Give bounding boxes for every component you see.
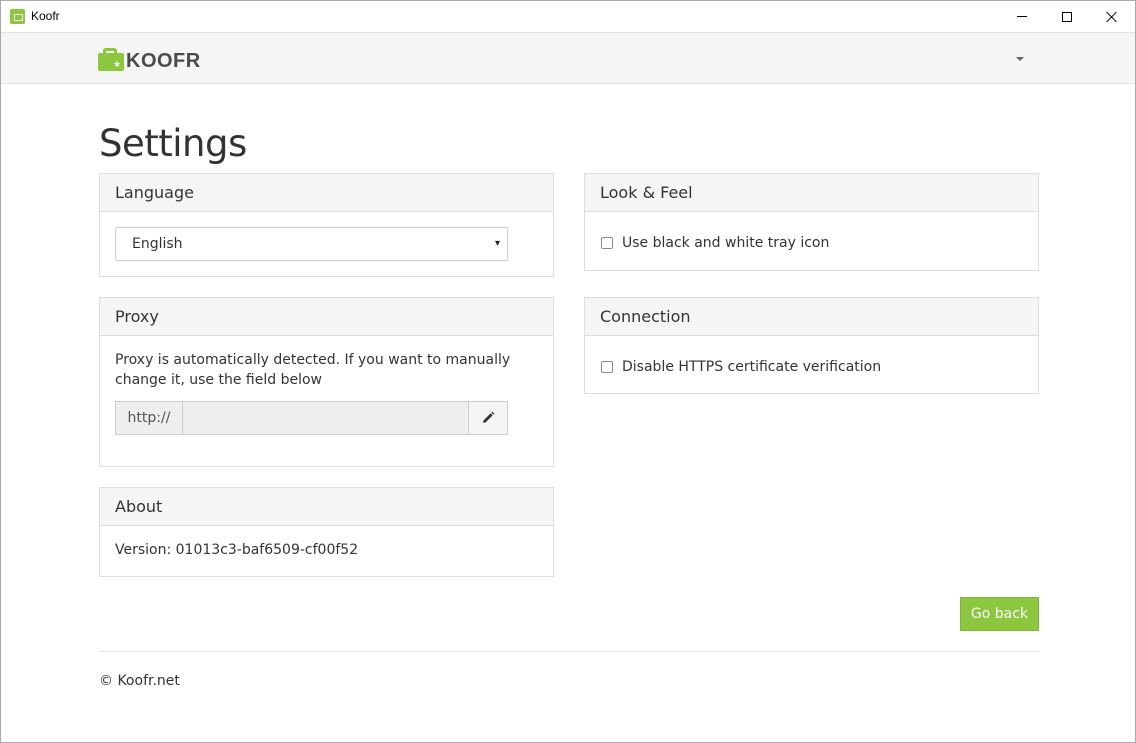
connection-heading: Connection bbox=[585, 298, 1038, 336]
app-header: ★ KOOFR bbox=[1, 32, 1135, 84]
language-heading: Language bbox=[100, 174, 553, 212]
logo-text: KOOFR bbox=[126, 49, 201, 72]
bw-tray-checkbox[interactable] bbox=[601, 237, 613, 249]
proxy-input-group: http:// bbox=[115, 401, 508, 435]
about-heading: About bbox=[100, 488, 553, 526]
close-icon bbox=[1106, 11, 1118, 23]
bw-tray-label: Use black and white tray icon bbox=[622, 235, 830, 251]
proxy-prefix: http:// bbox=[115, 401, 182, 435]
proxy-description: Proxy is automatically detected. If you … bbox=[115, 352, 511, 388]
koofr-logo[interactable]: ★ KOOFR bbox=[98, 46, 201, 72]
koofr-app-icon bbox=[10, 9, 25, 24]
title-bar[interactable]: Koofr bbox=[1, 1, 1135, 32]
language-selected-value: English bbox=[132, 236, 183, 252]
page-title: Settings bbox=[99, 122, 247, 165]
https-verification-checkbox[interactable] bbox=[601, 361, 613, 373]
minimize-button[interactable] bbox=[999, 1, 1045, 32]
https-verification-option[interactable]: Disable HTTPS certificate verification bbox=[600, 359, 1023, 375]
proxy-input[interactable] bbox=[182, 401, 469, 435]
window-title: Koofr bbox=[31, 9, 60, 23]
dropdown-arrow-icon: ▾ bbox=[494, 238, 500, 249]
edit-proxy-button[interactable] bbox=[469, 401, 508, 435]
language-panel: Language English ▾ bbox=[99, 173, 554, 277]
language-select[interactable]: English ▾ bbox=[115, 227, 508, 261]
pencil-icon bbox=[483, 411, 495, 423]
minimize-icon bbox=[1017, 16, 1027, 17]
proxy-panel: Proxy Proxy is automatically detected. I… bbox=[99, 297, 554, 467]
footer-copyright[interactable]: © Koofr.net bbox=[99, 673, 180, 689]
go-back-button[interactable]: Go back bbox=[960, 597, 1039, 631]
connection-panel: Connection Disable HTTPS certificate ver… bbox=[584, 297, 1039, 394]
version-text: Version: 01013c3-baf6509-cf00f52 bbox=[115, 542, 359, 558]
bw-tray-option[interactable]: Use black and white tray icon bbox=[600, 235, 1023, 251]
maximize-icon bbox=[1062, 11, 1072, 22]
app-window: Koofr ★ KOOFR Settings Language English bbox=[0, 0, 1136, 743]
proxy-heading: Proxy bbox=[100, 298, 553, 336]
https-verification-label: Disable HTTPS certificate verification bbox=[622, 359, 882, 375]
about-panel: About Version: 01013c3-baf6509-cf00f52 bbox=[99, 487, 554, 577]
caret-down-icon[interactable] bbox=[1016, 57, 1024, 61]
footer-divider bbox=[99, 651, 1039, 652]
look-feel-heading: Look & Feel bbox=[585, 174, 1038, 212]
koofr-bag-icon: ★ bbox=[98, 48, 124, 71]
close-button[interactable] bbox=[1089, 1, 1135, 32]
maximize-button[interactable] bbox=[1044, 1, 1090, 32]
look-feel-panel: Look & Feel Use black and white tray ico… bbox=[584, 173, 1039, 271]
